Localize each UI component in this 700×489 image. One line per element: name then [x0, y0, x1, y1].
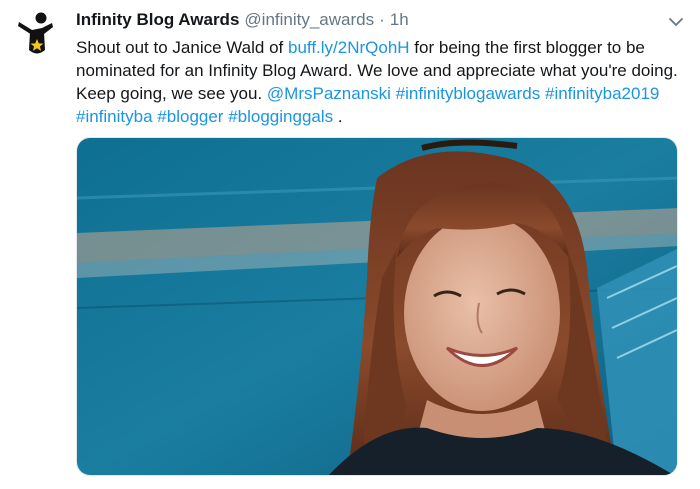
timestamp[interactable]: 1h — [390, 10, 409, 30]
tweet-content: Infinity Blog Awards @infinity_awards · … — [76, 10, 686, 128]
photo-of-smiling-woman — [77, 138, 677, 475]
hashtag-link[interactable]: #blogginggals — [228, 107, 333, 126]
tweet-link[interactable]: buff.ly/2NrQohH — [288, 38, 410, 57]
tweet-text-intro: Shout out to Janice Wald of — [76, 38, 288, 57]
hashtag-link[interactable]: #infinityba2019 — [545, 84, 659, 103]
chevron-down-icon[interactable] — [666, 14, 686, 30]
tweet-header: Infinity Blog Awards @infinity_awards · … — [76, 10, 686, 34]
mention-link[interactable]: @MrsPaznanski — [267, 84, 391, 103]
avatar[interactable] — [12, 10, 61, 59]
display-name[interactable]: Infinity Blog Awards — [76, 10, 239, 30]
user-handle[interactable]: @infinity_awards — [244, 10, 374, 30]
tweet[interactable]: Infinity Blog Awards @infinity_awards · … — [0, 0, 700, 489]
hashtag-link[interactable]: #blogger — [157, 107, 223, 126]
tweet-media-photo[interactable] — [76, 137, 678, 476]
tweet-text-end: . — [337, 107, 343, 126]
tweet-text: Shout out to Janice Wald of buff.ly/2NrQ… — [76, 36, 686, 128]
separator-dot: · — [379, 10, 385, 29]
infinity-awards-logo-icon — [12, 10, 61, 59]
hashtag-link[interactable]: #infinityblogawards — [396, 84, 541, 103]
hashtag-link[interactable]: #infinityba — [76, 107, 153, 126]
